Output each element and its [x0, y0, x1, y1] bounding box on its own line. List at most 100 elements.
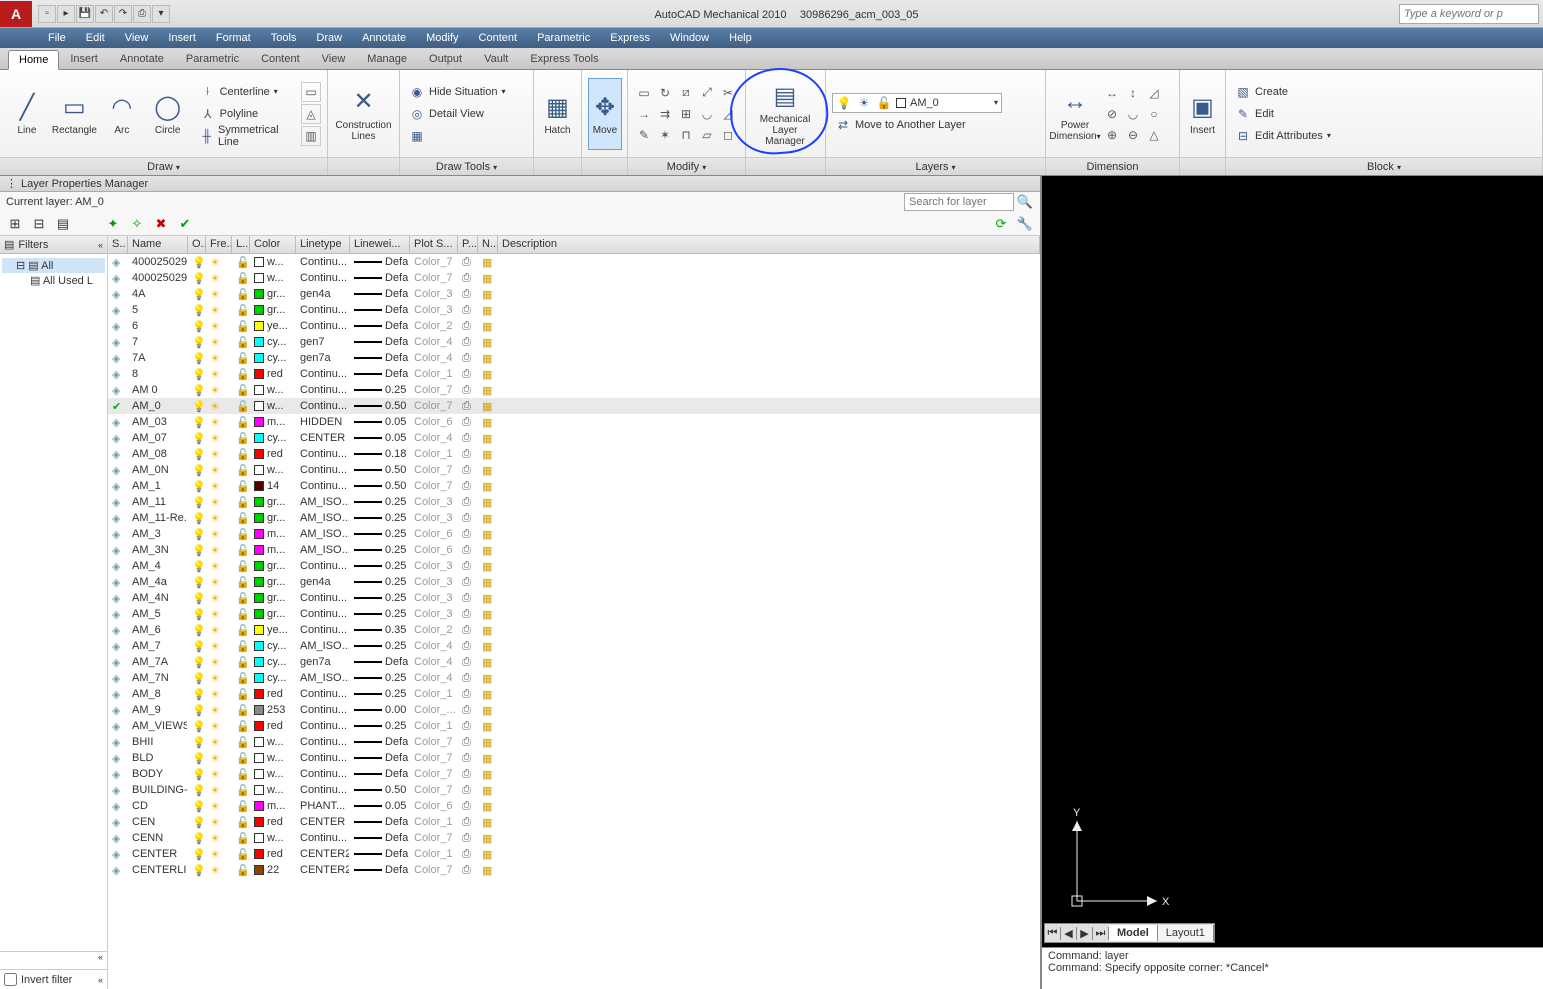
layer-row[interactable]: ◈AM_3💡☀🔓m...AM_ISO...0.25 ...Color_6⎙▦ [108, 526, 1040, 542]
modify-scale-icon[interactable]: ⤢ [697, 83, 717, 103]
layer-row[interactable]: ◈AM_11-Re...💡☀🔓gr...AM_ISO...0.25 ...Col… [108, 510, 1040, 526]
construction-lines-button[interactable]: ✕ConstructionLines [334, 78, 393, 150]
layer-row[interactable]: ◈AM_4N💡☀🔓gr...Continu...0.25 ...Color_3⎙… [108, 590, 1040, 606]
layer-row[interactable]: ◈AM_5💡☀🔓gr...Continu...0.25 ...Color_3⎙▦ [108, 606, 1040, 622]
modify-erase-icon[interactable]: ✎ [634, 125, 654, 145]
layer-row[interactable]: ◈6💡☀🔓ye...Continu...Defa...Color_2⎙▦ [108, 318, 1040, 334]
block-create-button[interactable]: ▧Create [1232, 82, 1334, 102]
dim9-icon[interactable]: △ [1144, 125, 1164, 145]
layer-row[interactable]: ◈CENTERLINE💡☀🔓22CENTER2Defa...Color_7⎙▦ [108, 862, 1040, 878]
modify-mirror-icon[interactable]: ⧄ [676, 83, 696, 103]
layer-row[interactable]: ◈AM 0💡☀🔓w...Continu...0.25 ...Color_7⎙▦ [108, 382, 1040, 398]
centerline-button[interactable]: ⟊Centerline ▾ [197, 82, 297, 102]
polyline-button[interactable]: ⅄Polyline [197, 104, 297, 124]
layer-row[interactable]: ◈AM_07💡☀🔓cy...CENTER0.05 ...Color_4⎙▦ [108, 430, 1040, 446]
modify-join-icon[interactable]: ⊓ [676, 125, 696, 145]
col-plotstyle[interactable]: Plot S... [410, 236, 458, 253]
menu-content[interactable]: Content [469, 30, 528, 46]
dim4-icon[interactable]: ⊘ [1102, 104, 1122, 124]
delete-layer-icon[interactable]: ✖ [152, 215, 170, 233]
layout-tab-layout1[interactable]: Layout1 [1158, 925, 1214, 941]
layer-row[interactable]: ◈AM_7💡☀🔓cy...AM_ISO...0.25 ...Color_4⎙▦ [108, 638, 1040, 654]
layer-row[interactable]: ◈AM_11💡☀🔓gr...AM_ISO...0.25 ...Color_3⎙▦ [108, 494, 1040, 510]
qat-more-icon[interactable]: ▾ [152, 5, 170, 23]
menu-express[interactable]: Express [600, 30, 660, 46]
layer-row[interactable]: ◈AM_8💡☀🔓redContinu...0.25 ...Color_1⎙▦ [108, 686, 1040, 702]
dim7-icon[interactable]: ⊕ [1102, 125, 1122, 145]
col-description[interactable]: Description [498, 236, 1040, 253]
draw-ext1-icon[interactable]: ▭ [301, 82, 321, 102]
dim8-icon[interactable]: ⊖ [1123, 125, 1143, 145]
layout-first-icon[interactable]: ⏮ [1045, 927, 1061, 940]
modify-extend-icon[interactable]: → [634, 104, 654, 124]
qat-undo-icon[interactable]: ↶ [95, 5, 113, 23]
menu-window[interactable]: Window [660, 30, 719, 46]
col-on[interactable]: O.. [188, 236, 206, 253]
col-lock[interactable]: L... [232, 236, 250, 253]
draw-ext2-icon[interactable]: ◬ [301, 104, 321, 124]
tab-parametric[interactable]: Parametric [175, 49, 250, 69]
modify-copy-icon[interactable]: ▭ [634, 83, 654, 103]
app-logo[interactable]: A [0, 1, 32, 27]
layer-row[interactable]: ◈7A💡☀🔓cy...gen7aDefa...Color_4⎙▦ [108, 350, 1040, 366]
layer-row[interactable]: ◈4A💡☀🔓gr...gen4aDefa...Color_3⎙▦ [108, 286, 1040, 302]
menu-parametric[interactable]: Parametric [527, 30, 600, 46]
filter-collapse[interactable]: « [0, 951, 107, 969]
layer-row[interactable]: ◈400025029...💡☀🔓w...Continu...Defa...Col… [108, 270, 1040, 286]
layer-row[interactable]: ◈AM_1💡☀🔓14Continu...0.50 ...Color_7⎙▦ [108, 478, 1040, 494]
menu-edit[interactable]: Edit [76, 30, 115, 46]
layer-row[interactable]: ◈AM_03💡☀🔓m...HIDDEN0.05 ...Color_6⎙▦ [108, 414, 1040, 430]
layer-row[interactable]: ◈AM_VIEWS💡☀🔓redContinu...0.25 ...Color_1… [108, 718, 1040, 734]
layer-row[interactable]: ◈BUILDING-...💡☀🔓w...Continu...0.50 ...Co… [108, 782, 1040, 798]
filters-header[interactable]: ▤Filters« [0, 236, 107, 254]
panel-title-block[interactable]: Block▾ [1226, 157, 1542, 175]
search-icon[interactable]: 🔍 [1016, 193, 1034, 211]
qat-print-icon[interactable]: ⎙ [133, 5, 151, 23]
move-to-layer-button[interactable]: ⇄Move to Another Layer [832, 115, 1039, 135]
layer-row[interactable]: ◈CEN💡☀🔓redCENTERDefa...Color_1⎙▦ [108, 814, 1040, 830]
col-plot[interactable]: P... [458, 236, 478, 253]
tab-view[interactable]: View [311, 49, 357, 69]
qat-open-icon[interactable]: ▸ [57, 5, 75, 23]
layout-next-icon[interactable]: ▶ [1077, 927, 1093, 940]
modify-trim-icon[interactable]: ✂ [718, 83, 738, 103]
tab-expresstools[interactable]: Express Tools [519, 49, 609, 69]
layer-row[interactable]: ◈CENN💡☀🔓w...Continu...Defa...Color_7⎙▦ [108, 830, 1040, 846]
layer-row[interactable]: ◈AM_9💡☀🔓253Continu...0.00 ...Color_...⎙▦ [108, 702, 1040, 718]
qat-save-icon[interactable]: 💾 [76, 5, 94, 23]
dim3-icon[interactable]: ◿ [1144, 83, 1164, 103]
layer-row[interactable]: ◈7💡☀🔓cy...gen7Defa...Color_4⎙▦ [108, 334, 1040, 350]
grid-body[interactable]: ◈400025029...💡☀🔓w...Continu...Defa...Col… [108, 254, 1040, 989]
col-newvp[interactable]: N.. [478, 236, 498, 253]
layer-row[interactable]: ◈AM_4a💡☀🔓gr...gen4a0.25 ...Color_3⎙▦ [108, 574, 1040, 590]
layer-row[interactable]: ◈BODY💡☀🔓w...Continu...Defa...Color_7⎙▦ [108, 766, 1040, 782]
layer-row[interactable]: ◈CD💡☀🔓m...PHANT...0.05 ...Color_6⎙▦ [108, 798, 1040, 814]
layer-combo[interactable]: 💡☀🔓AM_0▾ [832, 93, 1002, 113]
layer-row[interactable]: ✔AM_0💡☀🔓w...Continu...0.50 ...Color_7⎙▦ [108, 398, 1040, 414]
block-edit-button[interactable]: ✎Edit [1232, 104, 1334, 124]
menu-modify[interactable]: Modify [416, 30, 468, 46]
tab-vault[interactable]: Vault [473, 49, 519, 69]
col-freeze[interactable]: Fre... [206, 236, 232, 253]
tab-output[interactable]: Output [418, 49, 473, 69]
layer-row[interactable]: ◈AM_0N💡☀🔓w...Continu...0.50 ...Color_7⎙▦ [108, 462, 1040, 478]
lpm-tb3-icon[interactable]: ▤ [54, 215, 72, 233]
modify-fillet-icon[interactable]: ◡ [697, 104, 717, 124]
modify-rotate-icon[interactable]: ↻ [655, 83, 675, 103]
detail-view-button[interactable]: ◎Detail View [406, 104, 509, 124]
panel-title-drawtools[interactable]: Draw Tools▾ [400, 157, 533, 175]
set-current-icon[interactable]: ✔ [176, 215, 194, 233]
col-name[interactable]: Name [128, 236, 188, 253]
command-line[interactable]: Command: layer Command: Specify opposite… [1042, 947, 1543, 989]
dim6-icon[interactable]: ○ [1144, 104, 1164, 124]
col-status[interactable]: S.. [108, 236, 128, 253]
layer-row[interactable]: ◈AM_6💡☀🔓ye...Continu...0.35 ...Color_2⎙▦ [108, 622, 1040, 638]
panel-title-modify[interactable]: Modify▾ [628, 157, 745, 175]
modify-array-icon[interactable]: ⊞ [676, 104, 696, 124]
block-editattr-button[interactable]: ⊟Edit Attributes ▾ [1232, 126, 1334, 146]
layer-row[interactable]: ◈400025029...💡☀🔓w...Continu...Defa...Col… [108, 254, 1040, 270]
layout-tab-model[interactable]: Model [1109, 925, 1158, 941]
qat-redo-icon[interactable]: ↷ [114, 5, 132, 23]
hide-situation-button[interactable]: ◉Hide Situation ▾ [406, 82, 509, 102]
layout-last-icon[interactable]: ⏭ [1093, 927, 1109, 940]
